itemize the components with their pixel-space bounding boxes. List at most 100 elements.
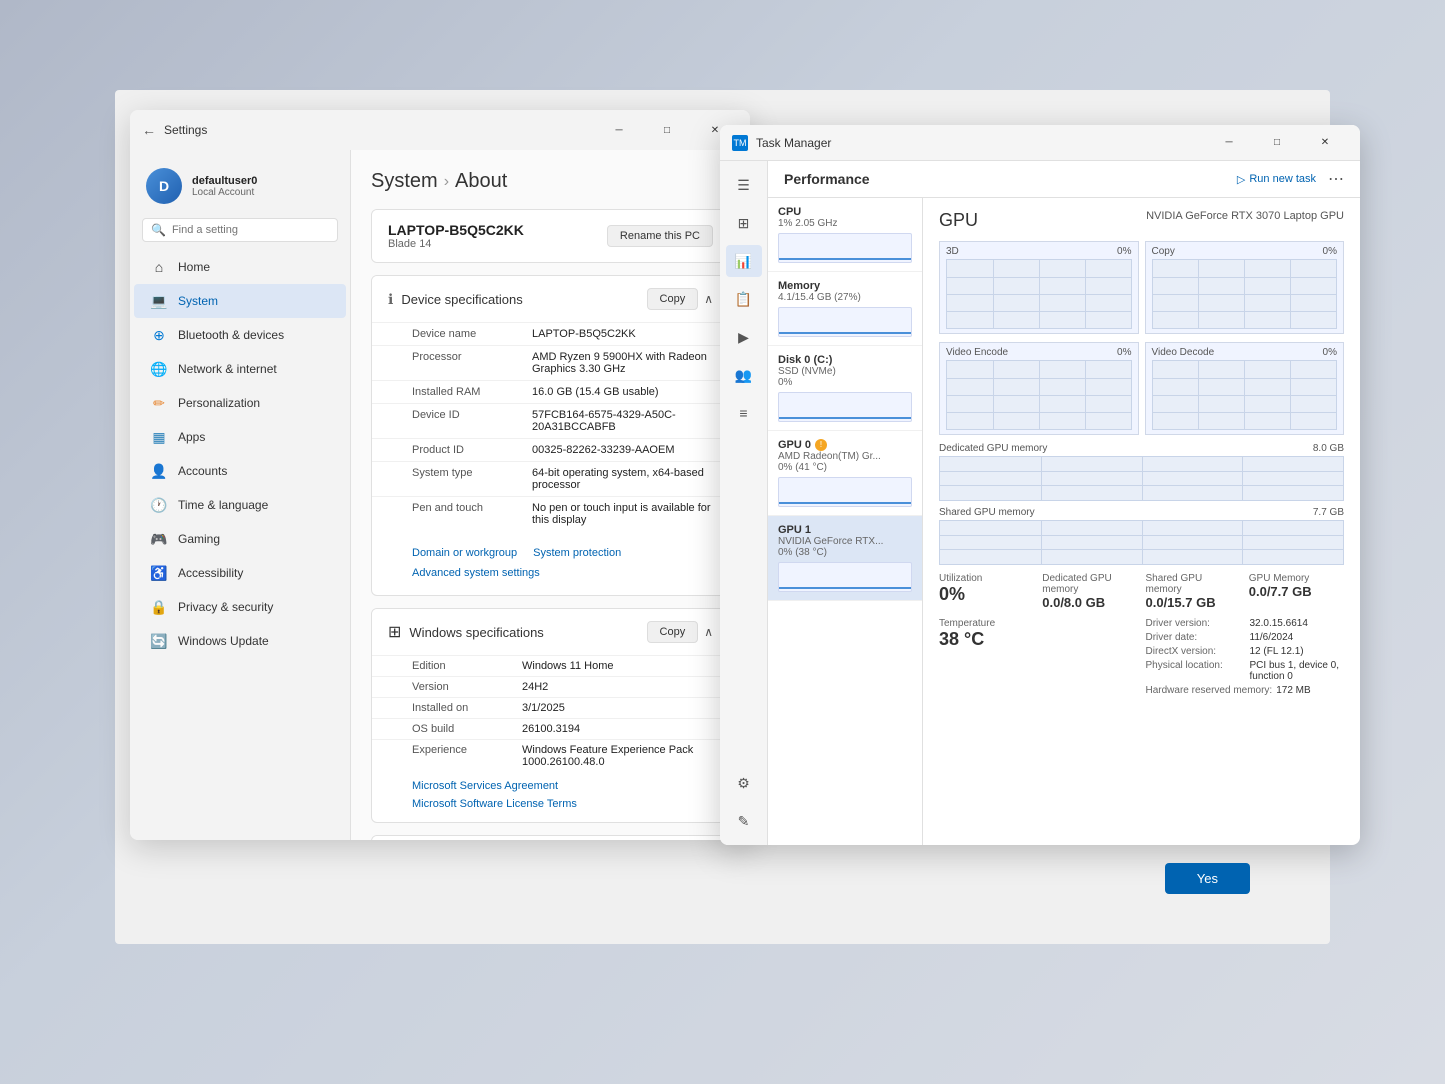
graph-3d-gridlines [947,260,1131,328]
search-input[interactable] [172,224,329,236]
sidebar-item-personalization[interactable]: ✏ Personalization [134,386,346,420]
graph-decode-title: Video Decode 0% [1152,347,1338,358]
run-new-task-label: Run new task [1249,173,1316,185]
device-specs-header: ℹ Device specifications Copy ∧ [372,276,729,322]
yes-button[interactable]: Yes [1165,863,1250,894]
related-link-0[interactable]: Domain or workgroup [412,547,517,559]
support-header: ❓ Support Copy ∧ [372,836,729,840]
sidebar-item-update-label: Windows Update [178,634,269,648]
windows-icon: ⊞ [388,622,401,642]
taskmanager-nav-startup[interactable]: ▶ [726,321,762,353]
graph-copy: Copy 0% [1145,241,1345,334]
sidebar-item-network[interactable]: 🌐 Network & internet [134,352,346,386]
hw-reserved-val: 172 MB [1276,685,1310,696]
taskmanager-nav-menu[interactable]: ☰ [726,169,762,201]
perf-item-cpu[interactable]: CPU 1% 2.05 GHz [768,198,922,272]
taskmanager-nav-processes[interactable]: ⊞ [726,207,762,239]
back-icon[interactable]: ← [142,122,156,138]
settings-sidebar: D defaultuser0 Local Account 🔍 ⌂ Home [130,150,350,840]
dedicated-mem-val: 8.0 GB [1313,443,1344,454]
taskmanager-titlebar-left: TM Task Manager [732,135,831,151]
device-specs-row-0: Device name LAPTOP-B5Q5C2KK [372,322,729,345]
taskmanager-minimize[interactable]: ─ [1206,128,1252,158]
gpu-detail-title-row: GPU NVIDIA GeForce RTX 3070 Laptop GPU [939,210,1344,231]
taskmanager-header-right: ▷ Run new task ⋯ [1237,169,1344,189]
settings-main: System › About LAPTOP-B5Q5C2KK Blade 14 … [350,150,750,840]
sidebar-item-update[interactable]: 🔄 Windows Update [134,624,346,658]
device-specs-title-group: ℹ Device specifications [388,291,523,308]
windows-spec-row-1: Version 24H2 [372,676,729,697]
perf-item-disk[interactable]: Disk 0 (C:) SSD (NVMe) 0% [768,346,922,431]
gpu1-label: GPU 1 [778,524,912,536]
driver-version-row: Driver version: 32.0.15.6614 [1146,618,1345,629]
driver-info-section: Driver version: 32.0.15.6614 Driver date… [1146,618,1345,696]
taskmanager-nav-users[interactable]: 👥 [726,359,762,391]
taskmanager-maximize[interactable]: □ [1254,128,1300,158]
device-specs-copy-button[interactable]: Copy [647,288,699,310]
advanced-system-settings-link[interactable]: Advanced system settings [412,563,713,587]
taskmanager-nav-history[interactable]: 📋 [726,283,762,315]
shared-stat-label: GPU Memory [1249,573,1344,584]
shared-mem-val: 7.7 GB [1313,507,1344,518]
related-link-1[interactable]: System protection [533,547,621,559]
more-options-icon[interactable]: ⋯ [1328,169,1344,189]
taskmanager-nav-details[interactable]: ≡ [726,397,762,429]
perf-item-gpu1[interactable]: GPU 1 NVIDIA GeForce RTX... 0% (38 °C) [768,516,922,601]
sidebar-item-accessibility-label: Accessibility [178,566,243,580]
accessibility-icon: ♿ [150,564,168,582]
util-value: 0% [939,584,1034,605]
search-box[interactable]: 🔍 [142,218,338,242]
windows-spec-row-3: OS build 26100.3194 [372,718,729,739]
window-controls: ─ □ ✕ [596,115,738,145]
pc-name-value: LAPTOP-B5Q5C2KK [388,222,524,238]
sidebar-item-bluetooth[interactable]: ⊕ Bluetooth & devices [134,318,346,352]
device-specs-row-1: Processor AMD Ryzen 9 5900HX with Radeon… [372,345,729,380]
device-id-value: 57FCB164-6575-4329-A50C-20A31BCCABFB [532,409,713,433]
apps-icon: ▦ [150,428,168,446]
run-new-task-link[interactable]: ▷ Run new task [1237,173,1316,186]
taskmanager-nav-performance[interactable]: 📊 [726,245,762,277]
perf-item-memory[interactable]: Memory 4.1/15.4 GB (27%) [768,272,922,346]
sidebar-item-privacy-label: Privacy & security [178,600,273,614]
pen-touch-value: No pen or touch input is available for t… [532,502,713,526]
sidebar-item-gaming[interactable]: 🎮 Gaming [134,522,346,556]
osbuild-value: 26100.3194 [522,723,580,735]
sidebar-item-privacy[interactable]: 🔒 Privacy & security [134,590,346,624]
taskmanager-close[interactable]: ✕ [1302,128,1348,158]
stat-dedicated-mem: Dedicated GPU memory 0.0/8.0 GB [1042,573,1137,610]
disk-label: Disk 0 (C:) [778,354,912,366]
pen-touch-label: Pen and touch [412,502,532,526]
time-icon: 🕐 [150,496,168,514]
maximize-button[interactable]: □ [644,115,690,145]
gpu1-sub2: 0% (38 °C) [778,547,912,558]
sidebar-item-accounts[interactable]: 👤 Accounts [134,454,346,488]
tos-link-0[interactable]: Microsoft Services Agreement [412,778,713,794]
tos-link-1[interactable]: Microsoft Software License Terms [412,796,713,812]
performance-list: CPU 1% 2.05 GHz Memory 4.1/15.4 GB (27%)… [768,198,923,845]
titlebar-left: ← Settings [142,122,207,138]
graph-encode-label: Video Encode [946,347,1008,358]
temp-label: Temperature [939,618,1138,629]
dedicated-mem-label: Dedicated GPU memory [939,443,1047,454]
version-label: Version [412,681,522,693]
taskmanager-nav-feedback[interactable]: ✎ [726,805,762,837]
windows-specs-copy-button[interactable]: Copy [647,621,699,643]
sidebar-item-apps[interactable]: ▦ Apps [134,420,346,454]
sidebar-item-time[interactable]: 🕐 Time & language [134,488,346,522]
perf-item-gpu0[interactable]: GPU 0 ! AMD Radeon(TM) Gr... 0% (41 °C) [768,431,922,516]
settings-body: D defaultuser0 Local Account 🔍 ⌂ Home [130,150,750,840]
sidebar-item-system[interactable]: 💻 System [134,284,346,318]
search-icon: 🔍 [151,223,166,237]
device-specs-chevron[interactable]: ∧ [704,292,713,306]
rename-pc-button[interactable]: Rename this PC [607,225,713,247]
taskmanager-nav-settings[interactable]: ⚙ [726,767,762,799]
windows-specs-chevron[interactable]: ∧ [704,625,713,639]
windows-specs-title-group: ⊞ Windows specifications [388,622,544,642]
sidebar-item-accessibility[interactable]: ♿ Accessibility [134,556,346,590]
temperature-section: Temperature 38 °C [939,618,1138,696]
sidebar-item-home[interactable]: ⌂ Home [134,250,346,284]
user-section[interactable]: D defaultuser0 Local Account [130,158,350,214]
minimize-button[interactable]: ─ [596,115,642,145]
breadcrumb-system[interactable]: System [371,170,438,193]
graph-video-decode: Video Decode 0% [1145,342,1345,435]
